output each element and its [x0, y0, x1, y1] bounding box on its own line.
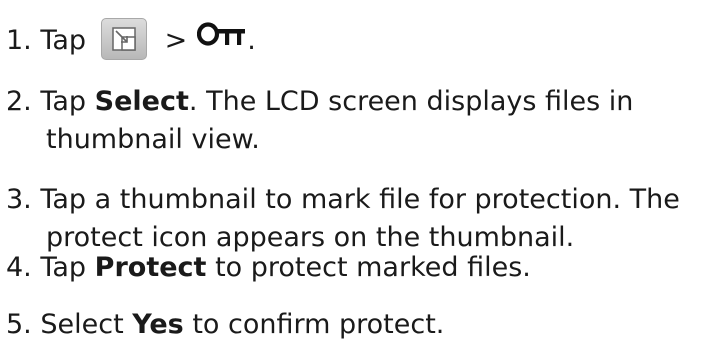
- step-number: 2.: [6, 86, 32, 117]
- protect-keyword: Protect: [94, 252, 207, 283]
- step-text-line2: thumbnail view.: [46, 124, 260, 155]
- step-text: Tap: [40, 25, 87, 56]
- step-text-rest: to protect marked files.: [215, 252, 531, 283]
- protect-key-icon: [197, 21, 247, 57]
- step-text: Tap a thumbnail to mark file for protect…: [40, 184, 680, 215]
- step-text: Tap: [40, 86, 87, 117]
- step-2: 2. Tap Select. The LCD screen displays f…: [6, 84, 633, 158]
- select-keyword: Select: [94, 86, 189, 117]
- separator-text: >: [164, 25, 188, 56]
- step-text-end: .: [247, 25, 256, 56]
- step-number: 1.: [6, 25, 32, 56]
- step-text-rest: . The LCD screen displays files in: [188, 86, 634, 117]
- step-text: Tap: [40, 252, 87, 283]
- step-number: 3.: [6, 184, 32, 215]
- step-text-rest: to confirm protect.: [192, 309, 445, 340]
- step-1: 1. Tap > .: [6, 17, 256, 60]
- step-5: 5. Select Yes to confirm protect.: [6, 307, 444, 343]
- step-text: Select: [40, 309, 124, 340]
- step-3: 3. Tap a thumbnail to mark file for prot…: [6, 182, 680, 256]
- menu-icon: [100, 17, 147, 60]
- step-number: 4.: [6, 252, 32, 283]
- step-number: 5.: [6, 309, 32, 340]
- yes-keyword: Yes: [132, 309, 184, 340]
- step-4: 4. Tap Protect to protect marked files.: [6, 250, 531, 286]
